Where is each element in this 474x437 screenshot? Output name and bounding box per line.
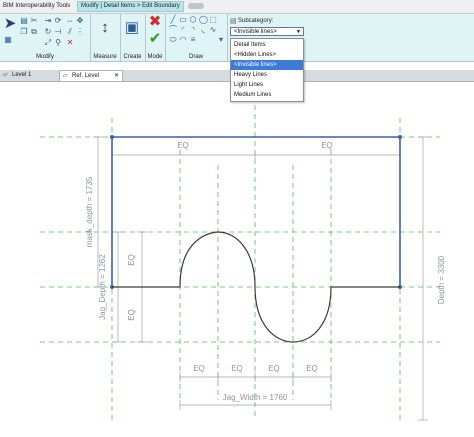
draw-panel: ╱ ▭ ⬡ ◯ ⬚ ⌒ ◜ ◝ ◟ ∿ ⬭ ◠ ≡ ▾ Draw [165,14,228,61]
tab-modify-edit-boundary[interactable]: Modify | Detail Items > Edit Boundary [77,1,184,12]
fillet-arc-icon[interactable]: ◟ [199,26,207,34]
subcategory-dropdown-list: Detail Items <Hidden Lines> <Invisible lin… [230,38,304,102]
line-icon[interactable]: ╱ [169,16,177,24]
align-icon[interactable]: ⇥ [44,17,52,25]
cursor-arrow-icon[interactable]: ➤ [2,16,18,32]
pin-icon[interactable]: ⚲ [54,39,62,47]
eq-label-bottom-3: EQ [268,364,280,373]
create-panel-label: Create [123,54,142,60]
paste-icon[interactable]: ▤ [20,17,28,25]
eq-label-bottom-4: EQ [306,364,318,373]
arc-tangent-icon[interactable]: ◝ [189,26,197,34]
copy-icon[interactable]: ❐ [20,28,28,36]
move-icon[interactable]: ✥ [76,17,84,25]
mode-panel: ✖ ✔ Mode [145,14,166,61]
subcategory-option[interactable]: Detail Items [231,40,303,50]
partial-ellipse-icon[interactable]: ◠ [179,36,187,44]
boundary-grips[interactable] [110,135,402,289]
cut-icon[interactable]: ✂ [30,17,38,25]
mode-panel-label: Mode [147,54,163,60]
circle-icon[interactable]: ◯ [199,16,208,24]
subcategory-select[interactable]: <Invisible lines> ▼ [230,27,304,36]
view-tab-label: Level 1 [12,72,32,78]
subcategory-option[interactable]: Medium Lines [231,90,303,100]
subcategory-option[interactable]: Light Lines [231,80,303,90]
green-check-icon[interactable]: ✔ [147,31,163,47]
trim-icon[interactable]: ⊣ [54,28,62,36]
mask-depth-label: mask_depth = 1735 [85,176,94,247]
line-style-icon[interactable]: ≡ [189,36,197,44]
measure-panel-label: Measure [93,54,117,60]
ribbon-tab-bar: BIM Interoperability Tools Modify | Deta… [0,0,474,14]
chevron-down-icon[interactable]: ▼ [296,28,301,37]
floor-plan-icon: ▱ [3,72,8,78]
rectangle-icon[interactable]: ▭ [179,16,187,24]
close-icon[interactable]: ✕ [114,71,119,82]
dimensions [93,136,428,421]
view-tab-ref-level[interactable]: ▱ Ref. Level ✕ [59,70,123,81]
ribbon-minimize-toggle[interactable] [188,3,204,9]
rotate-icon[interactable]: ↻ [44,28,52,36]
jag-depth-label: Jag_Depth = 1262 [98,254,107,320]
subcategory-icon: ▤ [230,18,237,25]
eq-label-top-right: EQ [321,141,333,150]
arc-center-icon[interactable]: ◜ [179,26,187,34]
view-tab-level-1[interactable]: ▱ Level 1 [0,70,58,81]
delete-icon[interactable]: ✕ [66,39,74,47]
draw-panel-label: Draw [188,54,203,60]
depth-label: Depth = 3300 [437,255,446,304]
scale-icon[interactable]: ⤢ [44,39,52,47]
grip[interactable] [398,135,402,139]
subcategory-option[interactable]: <Invisible lines> [231,60,303,70]
eq-label-vertical-top: EQ [127,254,136,266]
modify-panel-label: Modify [36,54,54,60]
polygon-icon[interactable]: ⬡ [189,16,197,24]
measure-panel: ↕ Measure [90,14,121,61]
tab-bim-interoperability[interactable]: BIM Interoperability Tools [3,2,70,11]
create-panel: ▣ Create [120,14,146,61]
edit-boundary[interactable] [111,136,401,287]
subcategory-option[interactable]: Heavy Lines [231,70,303,80]
arc-start-end-icon[interactable]: ⌒ [169,26,177,34]
red-x-icon[interactable]: ✖ [147,14,163,30]
offset-icon[interactable]: ⟳ [54,17,62,25]
expand-panel-icon[interactable]: ▾ [217,36,225,44]
jag-width-label: Jag_Width = 1760 [223,393,288,402]
eq-label-bottom-1: EQ [193,364,205,373]
create-group-icon[interactable]: ▣ [124,20,140,36]
split-icon[interactable]: ⫽ [66,28,74,36]
floor-plan-icon: ▱ [63,73,68,79]
join-icon[interactable]: ⧉ [30,28,38,36]
ellipse-icon[interactable]: ⬭ [169,36,177,44]
subcategory-selected-value: <Invisible lines> [234,29,277,35]
array-icon[interactable]: ⋮ [76,28,84,36]
grip[interactable] [110,135,114,139]
measure-icon[interactable]: ↕ [97,20,113,36]
drawing-canvas[interactable]: EQ EQ EQ EQ EQ EQ EQ EQ mask_depth = 173… [0,82,474,437]
properties-icon[interactable]: ▦ [4,36,12,44]
modify-panel: ➤ ▦ ▤ ✂ ❐ ⧉ ⇥ ⟳ ⇔ ✥ ↻ ⊣ ⫽ ⋮ ⤢ ⚲ ✕ Modify [0,14,91,61]
pick-lines-icon[interactable]: ⬚ [209,16,217,24]
view-tab-label: Ref. Level [72,73,100,79]
eq-label-bottom-2: EQ [231,364,243,373]
spline-icon[interactable]: ∿ [209,26,217,34]
eq-label-top-left: EQ [177,141,189,150]
subcategory-option[interactable]: <Hidden Lines> [231,50,303,60]
eq-label-vertical-bottom: EQ [127,309,136,321]
subcategory-label: Subcategory: [238,18,274,24]
mirror-icon[interactable]: ⇔ [66,17,74,25]
